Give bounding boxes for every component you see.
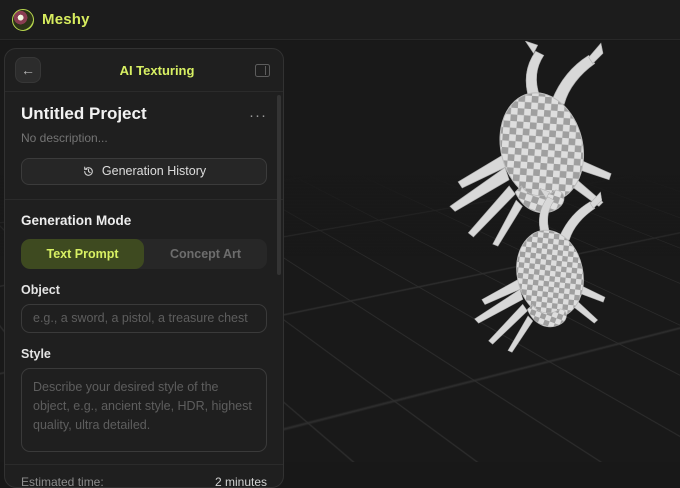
estimated-time-value: 2 minutes <box>214 474 267 488</box>
divider <box>5 198 283 200</box>
panel-title: AI Texturing <box>98 63 195 78</box>
panel-title-label: AI Texturing <box>119 62 195 78</box>
object-label: Object <box>21 282 60 297</box>
panel-body: Untitled Project ··· No description... G… <box>5 92 283 488</box>
brand-name: Meshy <box>42 11 90 28</box>
tab-concept-art[interactable]: Concept Art <box>144 239 267 269</box>
collapse-panel-icon <box>254 63 270 77</box>
meshy-logo-icon[interactable] <box>12 8 34 31</box>
object-input[interactable] <box>21 303 267 333</box>
collapse-panel-button[interactable] <box>251 59 273 81</box>
back-button[interactable]: ← <box>15 57 41 83</box>
texture-stripes-icon <box>98 63 113 78</box>
estimated-time-label: Estimated time: <box>21 474 104 488</box>
generation-mode-tabs: Text Prompt Concept Art <box>21 238 267 269</box>
crab-model-1[interactable] <box>449 41 612 247</box>
estimated-time-row: Estimated time: 2 minutes <box>5 463 283 488</box>
arrow-left-icon: ← <box>21 62 35 78</box>
panel-header: ← AI Texturing <box>5 49 283 92</box>
generation-mode-title: Generation Mode <box>21 212 132 228</box>
project-row: Untitled Project ··· <box>21 104 267 124</box>
style-textarea[interactable] <box>21 367 267 452</box>
panel-scrollbar[interactable] <box>277 95 281 275</box>
generation-history-button[interactable]: Generation History <box>21 157 267 185</box>
ai-texturing-panel: ← AI Texturing Untitled Project ··· No d… <box>4 48 284 488</box>
history-clock-icon <box>84 166 93 176</box>
tab-text-prompt[interactable]: Text Prompt <box>21 238 144 269</box>
generation-history-label: Generation History <box>101 164 207 179</box>
project-title: Untitled Project <box>21 104 147 123</box>
topbar: Meshy <box>0 0 680 40</box>
style-label: Style <box>21 346 51 361</box>
project-description: No description... <box>21 130 108 145</box>
project-menu-button[interactable]: ··· <box>249 104 267 123</box>
